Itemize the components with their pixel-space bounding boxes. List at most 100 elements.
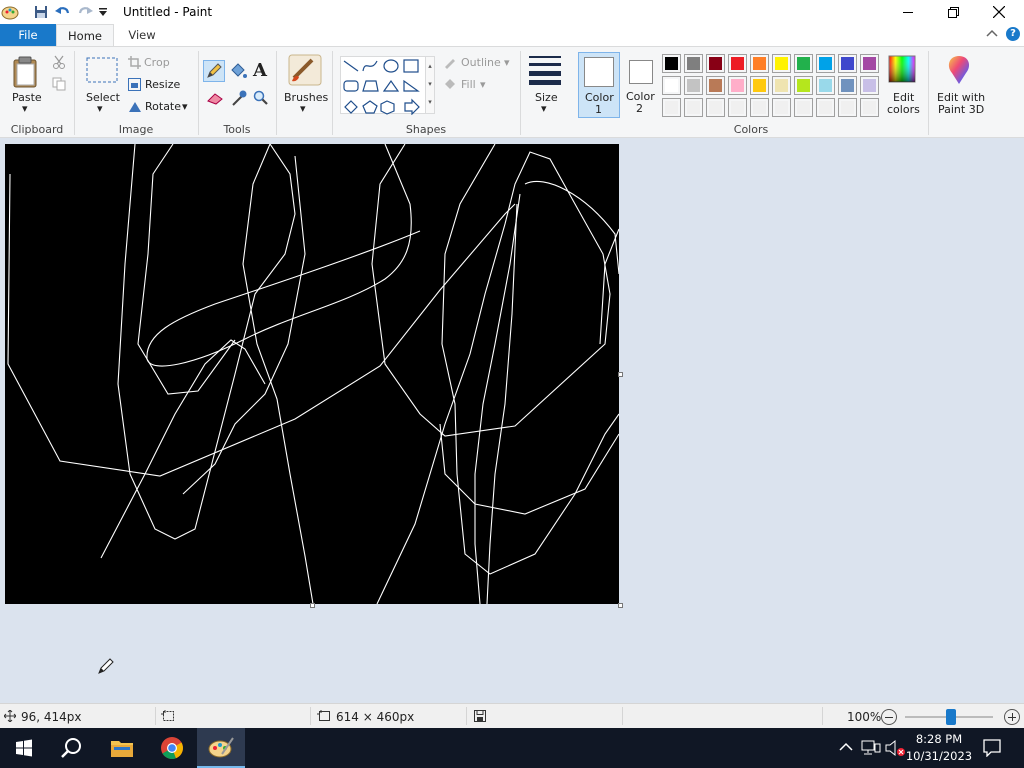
palette-swatch[interactable] [662, 54, 681, 73]
palette-swatch[interactable] [816, 98, 835, 117]
paste-icon[interactable] [12, 55, 42, 92]
palette-swatch[interactable] [728, 54, 747, 73]
start-icon[interactable] [0, 728, 48, 768]
rotate-dropdown-icon[interactable]: ▾ [182, 100, 188, 113]
tab-file[interactable]: File [0, 24, 56, 46]
palette-swatch[interactable] [794, 76, 813, 95]
color1-button[interactable]: Color 1 [578, 52, 620, 118]
size-dropdown-icon[interactable]: ▾ [541, 102, 547, 115]
select-icon[interactable] [86, 57, 118, 86]
palette-swatch[interactable] [838, 76, 857, 95]
help-icon[interactable]: ? [1006, 27, 1020, 41]
crop-icon[interactable] [128, 56, 141, 72]
palette-swatch[interactable] [860, 54, 879, 73]
resize-icon[interactable] [128, 78, 141, 94]
undo-icon[interactable] [53, 2, 73, 22]
palette-swatch[interactable] [816, 54, 835, 73]
crop-button[interactable]: Crop [144, 56, 170, 69]
edit-colors-line2[interactable]: colors [887, 103, 920, 116]
zoom-slider-thumb[interactable] [946, 709, 956, 725]
color-picker-icon[interactable] [231, 89, 247, 110]
palette-swatch[interactable] [772, 76, 791, 95]
taskbar-date[interactable]: 10/31/2023 [904, 749, 974, 763]
palette-swatch[interactable] [706, 54, 725, 73]
palette-swatch[interactable] [860, 76, 879, 95]
search-icon[interactable] [48, 728, 96, 768]
pencil-icon[interactable] [203, 60, 225, 82]
palette-swatch[interactable] [772, 54, 791, 73]
brushes-icon[interactable] [288, 54, 322, 89]
palette-swatch[interactable] [816, 76, 835, 95]
zoom-out-button[interactable] [881, 709, 897, 725]
color2-button[interactable]: Color 2 [620, 52, 662, 118]
fill-button[interactable]: Fill [461, 78, 476, 91]
palette-swatch[interactable] [750, 98, 769, 117]
palette-swatch[interactable] [728, 76, 747, 95]
tab-view[interactable]: View [114, 24, 170, 46]
palette-swatch[interactable] [684, 76, 703, 95]
close-button[interactable] [976, 0, 1022, 24]
taskbar-time[interactable]: 8:28 PM [904, 732, 974, 746]
palette-swatch[interactable] [794, 98, 813, 117]
rotate-button[interactable]: Rotate [145, 100, 181, 113]
fill-bucket-icon[interactable] [443, 77, 457, 94]
palette-swatch[interactable] [772, 98, 791, 117]
palette-swatch[interactable] [794, 54, 813, 73]
paint-app-icon[interactable] [0, 2, 20, 22]
palette-swatch[interactable] [838, 98, 857, 117]
customize-icon[interactable] [93, 2, 113, 22]
palette-swatch[interactable] [838, 54, 857, 73]
file-explorer-icon[interactable] [98, 728, 146, 768]
select-dropdown-icon[interactable]: ▾ [97, 102, 103, 115]
palette-swatch[interactable] [662, 76, 681, 95]
text-icon[interactable]: A [253, 60, 267, 81]
cut-icon[interactable] [52, 55, 66, 72]
rotate-icon[interactable] [128, 100, 142, 116]
color2-swatch [629, 60, 653, 84]
restore-button[interactable] [930, 0, 976, 24]
show-hidden-icons-icon[interactable] [839, 742, 853, 755]
palette-swatch[interactable] [706, 76, 725, 95]
notifications-icon[interactable] [983, 739, 1001, 760]
edit-colors-icon[interactable] [888, 55, 916, 86]
palette-swatch[interactable] [684, 98, 703, 117]
paint-icon[interactable] [197, 728, 245, 768]
palette-swatch[interactable] [662, 98, 681, 117]
chrome-icon[interactable] [148, 728, 196, 768]
colors-group-label: Colors [733, 123, 769, 136]
palette-swatch[interactable] [750, 76, 769, 95]
magnifier-icon[interactable] [253, 90, 269, 109]
minimize-button[interactable] [885, 0, 931, 24]
shapes-gallery[interactable] [340, 56, 426, 116]
palette-swatch[interactable] [750, 54, 769, 73]
paint3d-icon[interactable] [944, 54, 974, 89]
tab-home[interactable]: Home [56, 24, 114, 46]
palette-swatch[interactable] [728, 98, 747, 117]
outline-dropdown-icon[interactable]: ▾ [504, 56, 510, 69]
outline-icon[interactable] [443, 55, 457, 72]
resize-handle-corner[interactable] [618, 603, 623, 608]
eraser-icon[interactable] [206, 91, 224, 108]
resize-handle-bottom[interactable] [310, 603, 315, 608]
palette-swatch[interactable] [684, 54, 703, 73]
save-icon[interactable] [31, 2, 51, 22]
zoom-in-button[interactable] [1004, 709, 1020, 725]
brushes-dropdown-icon[interactable]: ▾ [300, 102, 306, 115]
shapes-scroll[interactable]: ▴ ▾ ▾ [425, 56, 435, 114]
paste-dropdown-icon[interactable]: ▾ [22, 102, 28, 115]
fill-icon[interactable] [229, 62, 247, 83]
collapse-ribbon-icon[interactable] [986, 28, 998, 41]
copy-icon[interactable] [52, 77, 66, 94]
network-icon[interactable] [861, 739, 881, 760]
outline-button[interactable]: Outline [461, 56, 501, 69]
size-icon[interactable] [529, 55, 561, 88]
resize-button[interactable]: Resize [145, 78, 180, 91]
drawing-canvas[interactable] [5, 143, 620, 605]
palette-swatch[interactable] [860, 98, 879, 117]
palette-swatch[interactable] [706, 98, 725, 117]
brushes-button[interactable]: Brushes [284, 91, 328, 104]
redo-icon[interactable] [75, 2, 95, 22]
paint3d-line2[interactable]: Paint 3D [938, 103, 984, 116]
resize-handle-right[interactable] [618, 372, 623, 377]
fill-dropdown-icon[interactable]: ▾ [480, 78, 486, 91]
